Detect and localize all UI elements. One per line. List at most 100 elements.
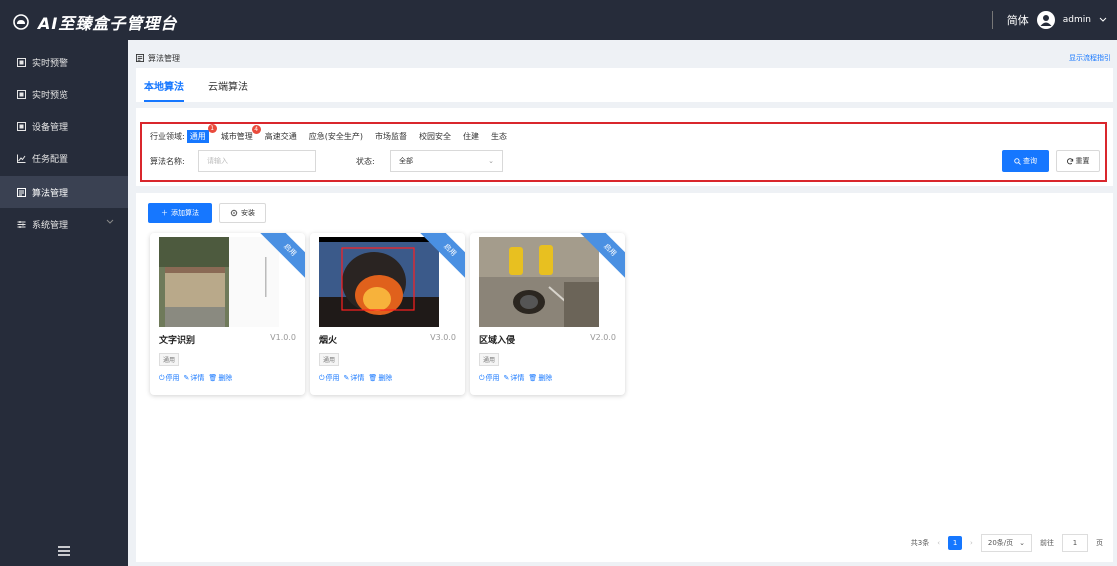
edit-icon: ✎ <box>183 374 190 382</box>
language-switch[interactable]: 简体 <box>1007 12 1029 28</box>
power-icon: ⏻ <box>319 373 325 382</box>
algorithm-card[interactable]: 启用 烟火 V3.0.0 通用 ⏻ 停用 ✎ 详情 🗑 删除 <box>310 233 465 395</box>
name-label: 算法名称: <box>150 157 185 166</box>
industry-filter: 行业领域: 通用 1 城市管理 4 高速交通 应急(安全生产) 市场监督 校园安… <box>150 124 519 143</box>
refresh-icon <box>1066 157 1073 164</box>
industry-chip-campus[interactable]: 校园安全 <box>419 131 451 142</box>
edit-icon: ✎ <box>343 374 350 382</box>
action-label: 详情 <box>350 374 365 382</box>
sidebar-item-label: 设备管理 <box>32 122 69 133</box>
card-title: 文字识别 <box>159 336 196 346</box>
card-actions: ⏻ 停用 ✎ 详情 🗑 删除 <box>159 373 232 383</box>
industry-chip-market[interactable]: 市场监督 <box>375 131 407 142</box>
menu-collapse-icon[interactable] <box>58 546 70 556</box>
chip-label: 城市管理 <box>220 132 253 141</box>
industry-chip-city[interactable]: 城市管理 4 <box>220 125 261 142</box>
monitor-icon <box>16 89 26 99</box>
industry-chip-construction[interactable]: 住建 <box>463 131 479 142</box>
status-label: 状态: <box>356 157 375 166</box>
action-label: 详情 <box>510 374 525 382</box>
chevron-down-icon <box>106 219 114 224</box>
monitor-icon <box>16 121 26 131</box>
breadcrumb: 算法管理 <box>136 53 180 64</box>
edit-icon: ✎ <box>503 374 510 382</box>
disable-button[interactable]: ⏻ 停用 <box>159 373 180 383</box>
sidebar: 实时预警 实时预览 设备管理 任务配置 算法管理 系统管理 <box>0 40 128 566</box>
chevron-down-icon[interactable] <box>1099 17 1107 23</box>
sidebar-item-task-config[interactable]: 任务配置 <box>0 142 128 174</box>
industry-chip-highway[interactable]: 高速交通 <box>265 131 297 142</box>
category-tag: 通用 <box>319 353 340 366</box>
username[interactable]: admin <box>1063 15 1091 25</box>
algorithm-card[interactable]: 启用 区域入侵 V2.0.0 通用 ⏻ 停用 ✎ 详情 🗑 删除 <box>470 233 625 395</box>
monitor-icon <box>16 57 26 67</box>
show-guide-link[interactable]: 显示流程指引 <box>1069 53 1111 63</box>
reset-button-label: 重置 <box>1075 157 1090 165</box>
app-title: AI至臻盒子管理台 <box>38 14 178 33</box>
goto-page-input[interactable]: 1 <box>1062 534 1088 552</box>
details-button[interactable]: ✎ 详情 <box>184 373 205 383</box>
algorithm-thumbnail <box>319 237 439 327</box>
algorithm-card[interactable]: 启用 文字识别 V1.0.0 通用 ⏻ 停用 ✎ 详情 🗑 删除 <box>150 233 305 395</box>
sidebar-item-system-management[interactable]: 系统管理 <box>0 208 128 240</box>
tab-active-indicator <box>144 100 184 102</box>
sidebar-item-realtime-alert[interactable]: 实时预警 <box>0 46 128 78</box>
status-select[interactable]: 全部 ⌄ <box>390 150 503 172</box>
sidebar-item-algorithm-management[interactable]: 算法管理 <box>0 176 128 208</box>
trash-icon: 🗑 <box>528 374 538 382</box>
sidebar-item-label: 实时预警 <box>32 58 69 69</box>
page-size-select[interactable]: 20条/页 ⌄ <box>980 534 1032 552</box>
breadcrumb-label: 算法管理 <box>148 53 180 63</box>
algorithm-name-input[interactable]: 请输入 <box>198 150 316 172</box>
delete-button[interactable]: 🗑 删除 <box>208 373 232 383</box>
industry-chip-general[interactable]: 通用 1 <box>186 124 217 143</box>
search-button-label: 查询 <box>1023 157 1037 165</box>
industry-chip-ecology[interactable]: 生态 <box>491 131 507 142</box>
details-button[interactable]: ✎ 详情 <box>344 373 365 383</box>
delete-button[interactable]: 🗑 删除 <box>528 373 552 383</box>
top-bar: AI至臻盒子管理台 简体 admin <box>0 0 1117 40</box>
prev-page-button[interactable]: ‹ <box>937 539 940 547</box>
count-badge: 4 <box>251 125 261 134</box>
next-page-button[interactable]: › <box>970 539 973 547</box>
action-label: 停用 <box>325 374 340 382</box>
disable-button[interactable]: ⏻ 停用 <box>479 373 500 383</box>
tab-bar: 本地算法 云端算法 <box>136 68 1113 102</box>
industry-label: 行业领域: <box>150 132 185 141</box>
avatar[interactable] <box>1036 11 1055 29</box>
page-number-current[interactable]: 1 <box>948 536 963 550</box>
install-button[interactable]: 安装 <box>219 203 266 223</box>
add-algorithm-button[interactable]: ＋ 添加算法 <box>148 203 212 223</box>
action-label: 停用 <box>165 374 180 382</box>
search-button[interactable]: 查询 <box>1002 150 1049 172</box>
action-label: 删除 <box>218 374 233 382</box>
sidebar-item-realtime-preview[interactable]: 实时预览 <box>0 78 128 110</box>
delete-button[interactable]: 🗑 删除 <box>368 373 392 383</box>
count-badge: 1 <box>207 124 217 133</box>
action-label: 详情 <box>190 374 205 382</box>
disable-button[interactable]: ⏻ 停用 <box>319 373 340 383</box>
card-version: V1.0.0 <box>270 333 296 342</box>
details-button[interactable]: ✎ 详情 <box>504 373 525 383</box>
settings-sliders-icon <box>16 219 26 229</box>
algorithm-list-panel: ＋ 添加算法 安装 启用 文字识别 V1.0.0 通用 ⏻ 停用 ✎ 详情 🗑 删 <box>136 193 1113 562</box>
action-label: 删除 <box>538 374 553 382</box>
tab-cloud-algorithm[interactable]: 云端算法 <box>208 78 248 93</box>
goto-suffix: 页 <box>1096 539 1103 547</box>
category-tag: 通用 <box>159 353 180 366</box>
user-avatar-icon <box>1040 15 1052 26</box>
card-title: 区域入侵 <box>479 336 516 346</box>
search-row: 算法名称: 请输入 状态: 全部 ⌄ 查询 重置 <box>150 150 1100 172</box>
app-logo: AI至臻盒子管理台 <box>12 10 177 34</box>
reset-button[interactable]: 重置 <box>1056 150 1100 172</box>
card-version: V3.0.0 <box>430 333 456 342</box>
sidebar-item-label: 系统管理 <box>32 220 69 231</box>
goto-prefix: 前往 <box>1040 539 1054 547</box>
status-value: 全部 <box>399 157 413 165</box>
industry-chip-emergency[interactable]: 应急(安全生产) <box>309 131 363 142</box>
trash-icon: 🗑 <box>368 374 378 382</box>
algorithm-icon <box>16 187 26 197</box>
sidebar-item-device-management[interactable]: 设备管理 <box>0 110 128 142</box>
chip-label: 通用 <box>189 132 206 141</box>
tab-local-algorithm[interactable]: 本地算法 <box>144 78 184 93</box>
